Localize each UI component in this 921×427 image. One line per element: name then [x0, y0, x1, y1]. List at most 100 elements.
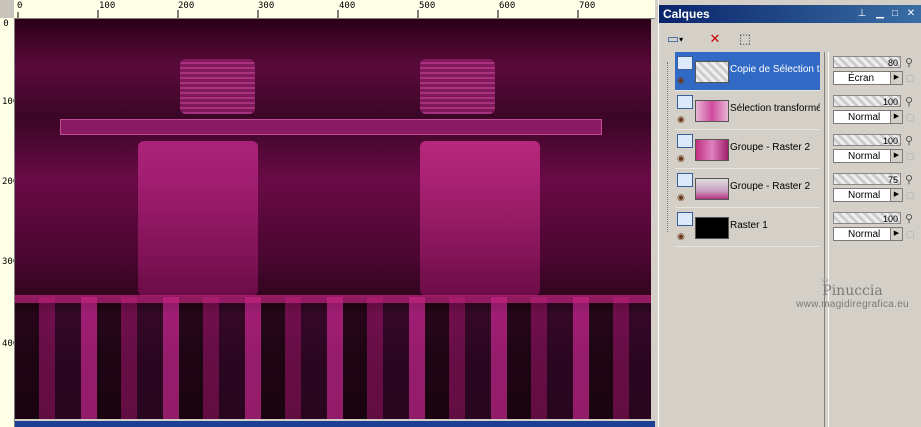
image-canvas[interactable]: [15, 19, 651, 419]
blend-mode-select[interactable]: Normal ▶: [833, 110, 903, 124]
horizontal-ruler: 0 100 200 300 400 500 600 700: [14, 0, 655, 19]
link-icon[interactable]: ⚲: [905, 95, 913, 108]
blend-mode-select[interactable]: Normal ▶: [833, 227, 903, 241]
ruler-v-label: 0: [3, 19, 9, 29]
link-icon[interactable]: ⚲: [905, 134, 913, 147]
opacity-slider[interactable]: 100: [833, 134, 901, 146]
watermark-name: Pinuccia: [822, 283, 883, 299]
ruler-corner: [0, 0, 15, 19]
new-layer-icon[interactable]: ▭ ▾: [663, 28, 687, 50]
opacity-slider[interactable]: 75: [833, 173, 901, 185]
blend-mode-value: Normal: [848, 112, 881, 123]
layers-titlebar[interactable]: Calques ⊥ ▁ □ ✕: [659, 5, 921, 23]
ruler-v-label: 100: [2, 97, 14, 107]
edit-selection-icon[interactable]: ⬚: [733, 28, 757, 50]
layer-type-icon[interactable]: [677, 56, 693, 70]
dropdown-arrow-icon[interactable]: ▶: [890, 150, 902, 162]
layer-row[interactable]: ◉ Groupe - Raster 2: [675, 130, 820, 169]
minimize-icon[interactable]: ▁: [874, 8, 886, 19]
pin-icon[interactable]: ⊥: [856, 8, 868, 19]
layer-props-row: 75 Normal ▶ ⚲ ▢: [831, 169, 921, 207]
opacity-value: 80: [887, 58, 898, 68]
ruler-v-label: 300: [2, 257, 14, 267]
eye-icon[interactable]: ◉: [677, 232, 690, 241]
ruler-v-label: 400: [2, 339, 14, 349]
layer-thumbnail: [695, 139, 729, 161]
opacity-slider[interactable]: 80: [833, 56, 901, 68]
dropdown-arrow-icon[interactable]: ▶: [890, 189, 902, 201]
layer-row-body[interactable]: ◉ Copie de Sélection tra: [675, 52, 820, 90]
layer-properties: 80 Écran ▶ ⚲ ▢ 100 Normal ▶ ⚲ ▢ 100 Normal ▶ ⚲ ▢ 75 Norm…: [831, 52, 921, 270]
layer-name[interactable]: Raster 1: [730, 220, 820, 231]
blend-mode-select[interactable]: Normal ▶: [833, 149, 903, 163]
lock-icon[interactable]: ▢: [906, 229, 915, 240]
canvas-top-panel-left: [180, 59, 255, 114]
layer-row[interactable]: ◉ Sélection transformée: [675, 91, 820, 130]
watermark-url: www.magidiregrafica.eu: [796, 299, 909, 310]
canvas-floor: [15, 297, 651, 419]
lock-icon[interactable]: ▢: [906, 151, 915, 162]
opacity-value: 100: [882, 136, 898, 146]
layer-type-icon[interactable]: [677, 134, 693, 148]
layer-name[interactable]: Groupe - Raster 2: [730, 142, 820, 153]
vertical-ruler: 0 100 200 300 400: [0, 18, 15, 427]
lock-icon[interactable]: ▢: [906, 112, 915, 123]
layer-type-icon[interactable]: [677, 212, 693, 226]
eye-icon[interactable]: ◉: [677, 193, 690, 202]
layer-props-row: 100 Normal ▶ ⚲ ▢: [831, 130, 921, 168]
lock-icon[interactable]: ▢: [906, 190, 915, 201]
canvas-floor-highlight: [15, 295, 651, 303]
link-icon[interactable]: ⚲: [905, 173, 913, 186]
opacity-slider[interactable]: 100: [833, 212, 901, 224]
layer-row[interactable]: ◉ Raster 1: [675, 208, 820, 247]
layer-row-body[interactable]: ◉ Raster 1: [675, 208, 820, 246]
dropdown-arrow-icon[interactable]: ▶: [890, 72, 902, 84]
panel-title: Calques: [663, 7, 710, 21]
horizontal-scrollbar[interactable]: [15, 421, 655, 427]
opacity-value: 75: [887, 175, 898, 185]
opacity-value: 100: [882, 97, 898, 107]
layer-name[interactable]: Copie de Sélection tra: [730, 64, 820, 75]
blend-mode-select[interactable]: Écran ▶: [833, 71, 903, 85]
layer-thumbnail: [695, 100, 729, 122]
layer-name[interactable]: Sélection transformée: [730, 103, 820, 114]
blend-mode-value: Normal: [848, 151, 881, 162]
layer-thumbnail: [695, 178, 729, 200]
layer-name[interactable]: Groupe - Raster 2: [730, 181, 820, 192]
layer-props-row: 80 Écran ▶ ⚲ ▢: [831, 52, 921, 90]
opacity-slider[interactable]: 100: [833, 95, 901, 107]
layer-type-icon[interactable]: [677, 173, 693, 187]
layer-row[interactable]: ◉ Groupe - Raster 2: [675, 169, 820, 208]
link-icon[interactable]: ⚲: [905, 212, 913, 225]
dropdown-arrow-icon[interactable]: ▶: [890, 228, 902, 240]
canvas-pillar-right: [420, 141, 540, 296]
lock-icon[interactable]: ▢: [906, 73, 915, 84]
watermark: Pinuccia www.magidiregrafica.eu: [783, 283, 921, 310]
eye-icon[interactable]: ◉: [677, 76, 690, 85]
eye-icon[interactable]: ◉: [677, 115, 690, 124]
canvas-area: 0 100 200 300 400 500 600 700 0 100 200 …: [0, 0, 655, 427]
blend-mode-value: Normal: [848, 229, 881, 240]
layer-row-body[interactable]: ◉ Groupe - Raster 2: [675, 169, 820, 207]
column-divider[interactable]: [824, 52, 829, 427]
canvas-top-panel-right: [420, 59, 495, 114]
layer-type-icon[interactable]: [677, 95, 693, 109]
canvas-horizontal-band: [60, 119, 602, 135]
delete-layer-icon[interactable]: ✕: [703, 28, 727, 50]
blend-mode-value: Normal: [848, 190, 881, 201]
layer-row-body[interactable]: ◉ Groupe - Raster 2: [675, 130, 820, 168]
layer-props-row: 100 Normal ▶ ⚲ ▢: [831, 208, 921, 246]
layer-row[interactable]: ◉ Copie de Sélection tra: [675, 52, 820, 91]
eye-icon[interactable]: ◉: [677, 154, 690, 163]
blend-mode-select[interactable]: Normal ▶: [833, 188, 903, 202]
link-icon[interactable]: ⚲: [905, 56, 913, 69]
layer-row-body[interactable]: ◉ Sélection transformée: [675, 91, 820, 129]
opacity-value: 100: [882, 214, 898, 224]
layers-toolbar: ▭ ▾ ✕ ⬚: [659, 26, 921, 52]
layer-list: ◉ Copie de Sélection tra ◉ Sélection transf…: [675, 52, 820, 270]
close-icon[interactable]: ✕: [905, 8, 917, 19]
dropdown-arrow-icon[interactable]: ▶: [890, 111, 902, 123]
layer-props-row: 100 Normal ▶ ⚲ ▢: [831, 91, 921, 129]
maximize-icon[interactable]: □: [889, 8, 901, 19]
canvas-pillar-left: [138, 141, 258, 296]
